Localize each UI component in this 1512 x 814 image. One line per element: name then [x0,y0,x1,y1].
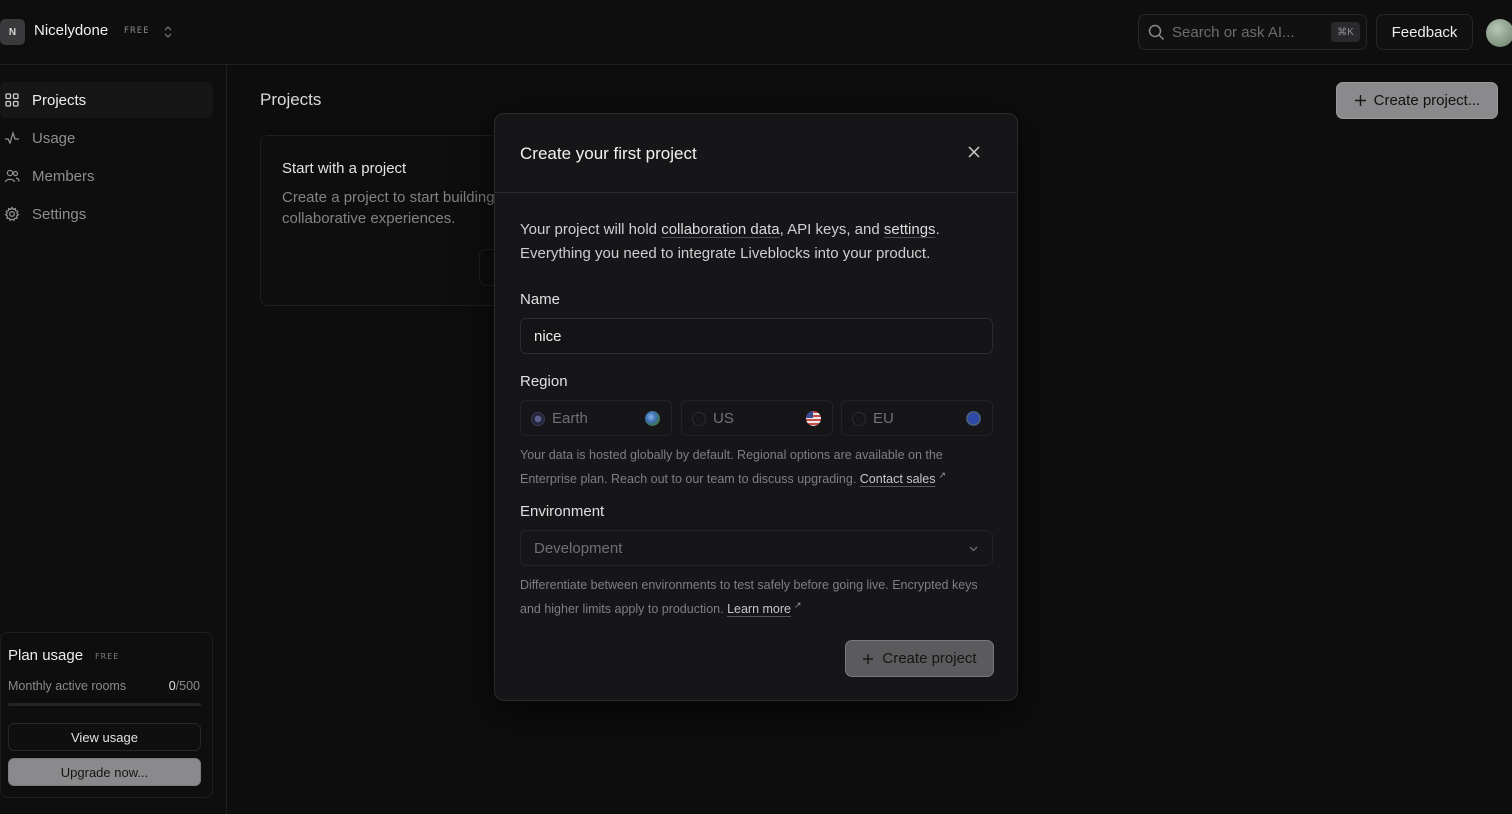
radio-selected-icon [531,412,545,426]
chevron-up-down-icon[interactable] [161,23,175,41]
chevron-down-icon [969,546,978,552]
eu-flag-icon [966,411,981,426]
sidebar-item-members[interactable]: Members [0,158,213,194]
plan-metric-value: 0 [168,679,176,693]
org-plan-badge: FREE [124,26,150,36]
environment-value: Development [534,539,623,557]
search-box[interactable]: Search or ask AI... ⌘K [1138,14,1367,50]
submit-create-project-button[interactable]: Create project [845,640,994,677]
environment-hint: Differentiate between environments to te… [520,575,990,619]
external-link-icon: ↗ [794,600,802,610]
plan-metric-limit: /500 [175,679,200,693]
radio-icon [852,412,866,426]
upgrade-button[interactable]: Upgrade now... [8,758,201,786]
learn-more-link[interactable]: Learn more [727,602,791,616]
org-name[interactable]: Nicelydone [34,22,108,39]
region-label: Region [520,373,568,390]
empty-state-title: Start with a project [282,160,407,177]
dialog-header: Create your first project [495,114,1017,193]
region-option-earth[interactable]: Earth [520,400,672,436]
page-title: Projects [260,90,322,109]
region-hint: Your data is hosted globally by default.… [520,445,990,489]
radio-icon [692,412,706,426]
plan-metric-count: 0/500 [169,679,200,693]
dialog-intro: Your project will hold collaboration dat… [520,218,990,266]
us-flag-icon [806,411,821,426]
users-icon [4,169,20,183]
org-avatar[interactable]: N [0,19,25,45]
region-label-earth: Earth [552,410,588,427]
search-shortcut: ⌘K [1331,22,1360,42]
activity-icon [5,130,19,145]
feedback-button[interactable]: Feedback [1376,14,1473,50]
sidebar-item-label: Projects [32,91,87,109]
external-link-icon: ↗ [938,470,947,480]
plus-icon [1354,95,1366,106]
plan-metric-label: Monthly active rooms [8,679,127,693]
globe-icon [645,411,660,426]
close-icon[interactable] [967,145,981,159]
dialog-title: Create your first project [520,144,697,163]
plan-progress-bar [8,703,201,706]
settings-link[interactable]: settings [884,221,936,238]
sidebar-item-label: Usage [32,129,76,147]
collaboration-data-link[interactable]: collaboration data [661,221,779,238]
region-label-eu: EU [873,410,894,427]
top-bar: N Nicelydone FREE Search or ask AI... ⌘K… [0,0,1512,65]
contact-sales-link[interactable]: Contact sales [860,472,936,486]
name-input[interactable]: nice [520,318,993,354]
view-usage-button[interactable]: View usage [8,723,201,751]
sidebar-item-label: Settings [32,205,87,223]
search-icon [1148,24,1165,41]
create-project-label: Create project... [1373,92,1481,109]
region-option-us[interactable]: US [681,400,833,436]
environment-select[interactable]: Development [520,530,993,566]
plan-badge: FREE [95,652,120,661]
plan-usage-card: Plan usage FREE Monthly active rooms 0/5… [0,632,213,798]
sidebar-item-label: Members [32,167,95,185]
create-project-button[interactable]: Create project... [1336,82,1498,119]
name-label: Name [520,291,561,308]
region-option-eu[interactable]: EU [841,400,993,436]
environment-label: Environment [520,503,605,520]
user-avatar[interactable] [1486,19,1512,47]
empty-state-description: Create a project to start building colla… [282,189,495,227]
sidebar: Projects Usage Members Settings Plan usa… [0,65,227,814]
intro-text: , API keys, and [779,221,884,238]
search-placeholder: Search or ask AI... [1172,24,1295,41]
sidebar-item-projects[interactable]: Projects [0,82,213,118]
sidebar-item-settings[interactable]: Settings [0,196,213,232]
intro-text: Your project will hold [520,221,662,238]
sidebar-item-usage[interactable]: Usage [0,120,213,156]
plus-icon [863,653,874,664]
region-label-us: US [713,410,734,427]
create-project-dialog: Create your first project Your project w… [494,113,1018,701]
gear-icon [4,206,20,222]
plan-usage-title: Plan usage [8,647,84,664]
grid-icon [5,93,19,107]
submit-label: Create project [882,650,977,667]
